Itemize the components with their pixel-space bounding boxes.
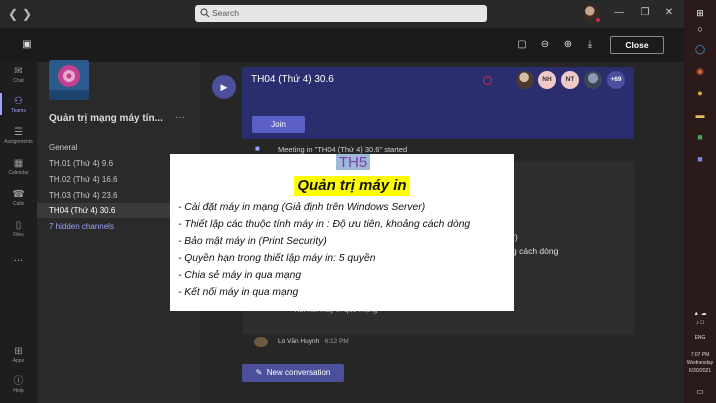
slide-line: - Bảo mật máy in (Print Security) — [178, 236, 327, 247]
meeting-started-text: Meeting in "TH04 (Thứ 4) 30.6" started — [278, 145, 408, 154]
apps-icon: ⊞ — [14, 346, 23, 357]
windows-start-icon[interactable]: ⊞ — [684, 6, 716, 20]
new-conversation-button[interactable]: ✎ New conversation — [242, 364, 344, 382]
compose-icon: ✎ — [255, 368, 263, 377]
slide-line: - Thiết lập các thuộc tính máy in : Độ ư… — [178, 219, 471, 230]
slide-line: - Kết nối máy in qua mạng — [178, 287, 299, 298]
viewer-toolbar — [0, 28, 684, 62]
rail-item-calendar[interactable]: ▦ Calendar — [0, 156, 37, 186]
participant-avatar[interactable]: NH — [538, 71, 556, 89]
clock-time[interactable]: 7:07 PM — [684, 352, 716, 359]
team-logo — [49, 60, 89, 100]
input-language[interactable]: ENG — [684, 335, 716, 342]
participant-avatar[interactable]: NT — [561, 71, 579, 89]
slide-title: Quản trị máy in — [294, 176, 410, 196]
calendar-icon: ▦ — [13, 158, 24, 169]
assignments-icon: ☰ — [14, 127, 23, 138]
more-options-icon[interactable]: ··· — [175, 112, 185, 123]
restore-icon[interactable]: ❐ — [638, 6, 652, 20]
search-icon — [200, 8, 210, 18]
rail-item-calls[interactable]: ☎ Calls — [0, 187, 37, 217]
app-icon[interactable]: ◉ — [684, 64, 716, 78]
chevron-right-icon[interactable]: ❯ — [20, 6, 34, 22]
author-name: Lò Văn Huynh — [278, 338, 320, 345]
clock-day: Wednesday — [686, 360, 714, 366]
slide-tag: TH5 — [336, 154, 370, 171]
search-placeholder: Search — [212, 8, 239, 18]
meeting-title: TH04 (Thứ 4) 30.6 — [251, 74, 334, 85]
phone-icon: ☎ — [12, 189, 25, 200]
meeting-icon: ■ — [255, 144, 260, 153]
post-time: 6:12 PM — [324, 338, 349, 345]
participant-avatar[interactable] — [516, 71, 534, 89]
rail-item-assignments[interactable]: ☰ Assignments — [0, 125, 37, 155]
search-input[interactable]: Search — [195, 5, 487, 22]
search-icon[interactable]: ○ — [684, 22, 716, 36]
cortana-icon[interactable]: ◯ — [684, 42, 716, 56]
participant-avatar[interactable] — [584, 71, 602, 89]
files-icon: ▯ — [15, 220, 22, 231]
tray-icons[interactable]: ▲ ☁ ♪ □ — [684, 310, 716, 328]
clock-date: 6/30/2021 — [688, 368, 712, 374]
join-button[interactable]: Join — [252, 116, 305, 133]
minimize-icon[interactable]: — — [612, 6, 626, 20]
close-icon[interactable]: ✕ — [662, 6, 676, 20]
notifications-icon[interactable]: ▭ — [684, 385, 716, 399]
recording-icon — [483, 76, 492, 85]
chrome-icon[interactable]: ● — [684, 86, 716, 100]
slide-line: - Chia sẻ máy in qua mạng — [178, 270, 302, 281]
slide-line: - Quyền hạn trong thiết lập máy in: 5 qu… — [178, 253, 376, 264]
chat-icon: ✉ — [14, 66, 23, 77]
image-icon[interactable]: ▣ — [20, 38, 34, 52]
video-camera-icon: ▶ — [212, 75, 236, 99]
close-button[interactable]: Close — [610, 36, 664, 54]
file-explorer-icon[interactable]: ▬ — [684, 108, 716, 122]
teams-icon: ⚇ — [14, 96, 23, 107]
help-icon: ⓘ — [13, 376, 24, 387]
rail-item-help[interactable]: ⓘ Help — [0, 374, 37, 403]
post-author: Lò Văn Huynh 6:12 PM — [278, 338, 349, 345]
download-icon[interactable]: ⤓ — [583, 38, 597, 52]
post-text-fragment: g cách dòng — [512, 246, 559, 256]
rail-more-button[interactable]: ... — [0, 252, 37, 282]
channel-general[interactable]: General — [37, 140, 200, 155]
teams-app-icon[interactable]: ■ — [684, 152, 716, 166]
rail-item-chat[interactable]: ✉ Chat — [0, 64, 37, 94]
team-name[interactable]: Quản trị mạng máy tín... — [49, 113, 177, 124]
excel-icon[interactable]: ■ — [684, 130, 716, 144]
status-badge — [595, 17, 601, 23]
author-avatar — [254, 337, 268, 347]
chevron-left-icon[interactable]: ❮ — [6, 6, 20, 22]
participant-overflow[interactable]: +69 — [607, 71, 625, 89]
rail-item-apps[interactable]: ⊞ Apps — [0, 344, 37, 374]
windows-taskbar — [684, 0, 716, 403]
rail-item-files[interactable]: ▯ Files — [0, 218, 37, 248]
zoom-out-icon[interactable]: ⊖ — [538, 38, 552, 52]
fit-screen-icon[interactable]: ▢ — [515, 38, 529, 52]
zoom-in-icon[interactable]: ⊕ — [561, 38, 575, 52]
rail-item-teams[interactable]: ⚇ Teams — [0, 94, 37, 124]
slide-line: - Cài đặt máy in mạng (Giả định trên Win… — [178, 202, 426, 213]
